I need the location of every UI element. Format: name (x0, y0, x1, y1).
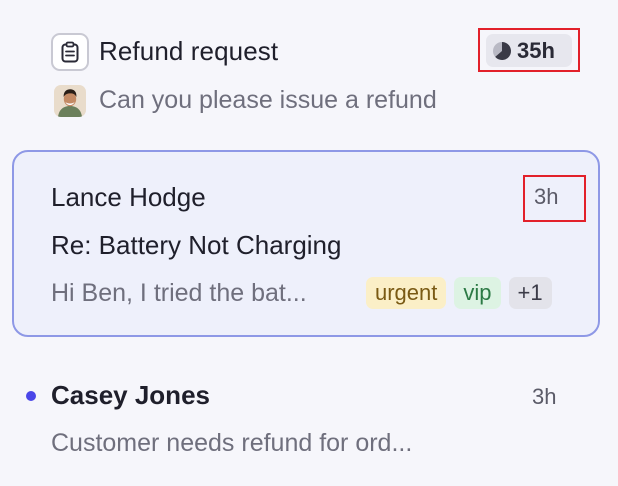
sla-badge: 35h (486, 34, 572, 67)
unread-indicator (26, 391, 36, 401)
conversation-time: 3h (534, 184, 559, 209)
conversation-subject: Re: Battery Not Charging (51, 230, 342, 260)
pie-clock-icon (492, 41, 512, 61)
conversation-subject: Refund request (99, 36, 279, 66)
conversation-item[interactable]: Refund request 35h Can you please issue … (0, 0, 618, 140)
tag-urgent[interactable]: urgent (366, 277, 447, 309)
sla-time: 35h (517, 37, 555, 63)
customer-name: Casey Jones (51, 380, 210, 410)
customer-name: Lance Hodge (51, 182, 206, 212)
conversation-preview: Customer needs refund for ord... (51, 429, 413, 457)
conversation-item-selected[interactable]: Lance Hodge 3h Re: Battery Not Charging … (12, 150, 600, 337)
conversation-preview: Hi Ben, I tried the bat... (51, 279, 307, 307)
conversation-preview: Can you please issue a refund (99, 86, 437, 114)
tag-vip[interactable]: vip (454, 277, 501, 309)
conversation-list: Refund request 35h Can you please issue … (0, 0, 618, 486)
tag-more[interactable]: +1 (508, 277, 552, 309)
avatar (54, 85, 86, 117)
tag-list: urgent vip +1 (366, 277, 552, 309)
conversation-item[interactable]: Casey Jones 3h Customer needs refund for… (0, 350, 618, 486)
conversation-time: 3h (532, 384, 557, 409)
clipboard-icon (51, 33, 89, 71)
